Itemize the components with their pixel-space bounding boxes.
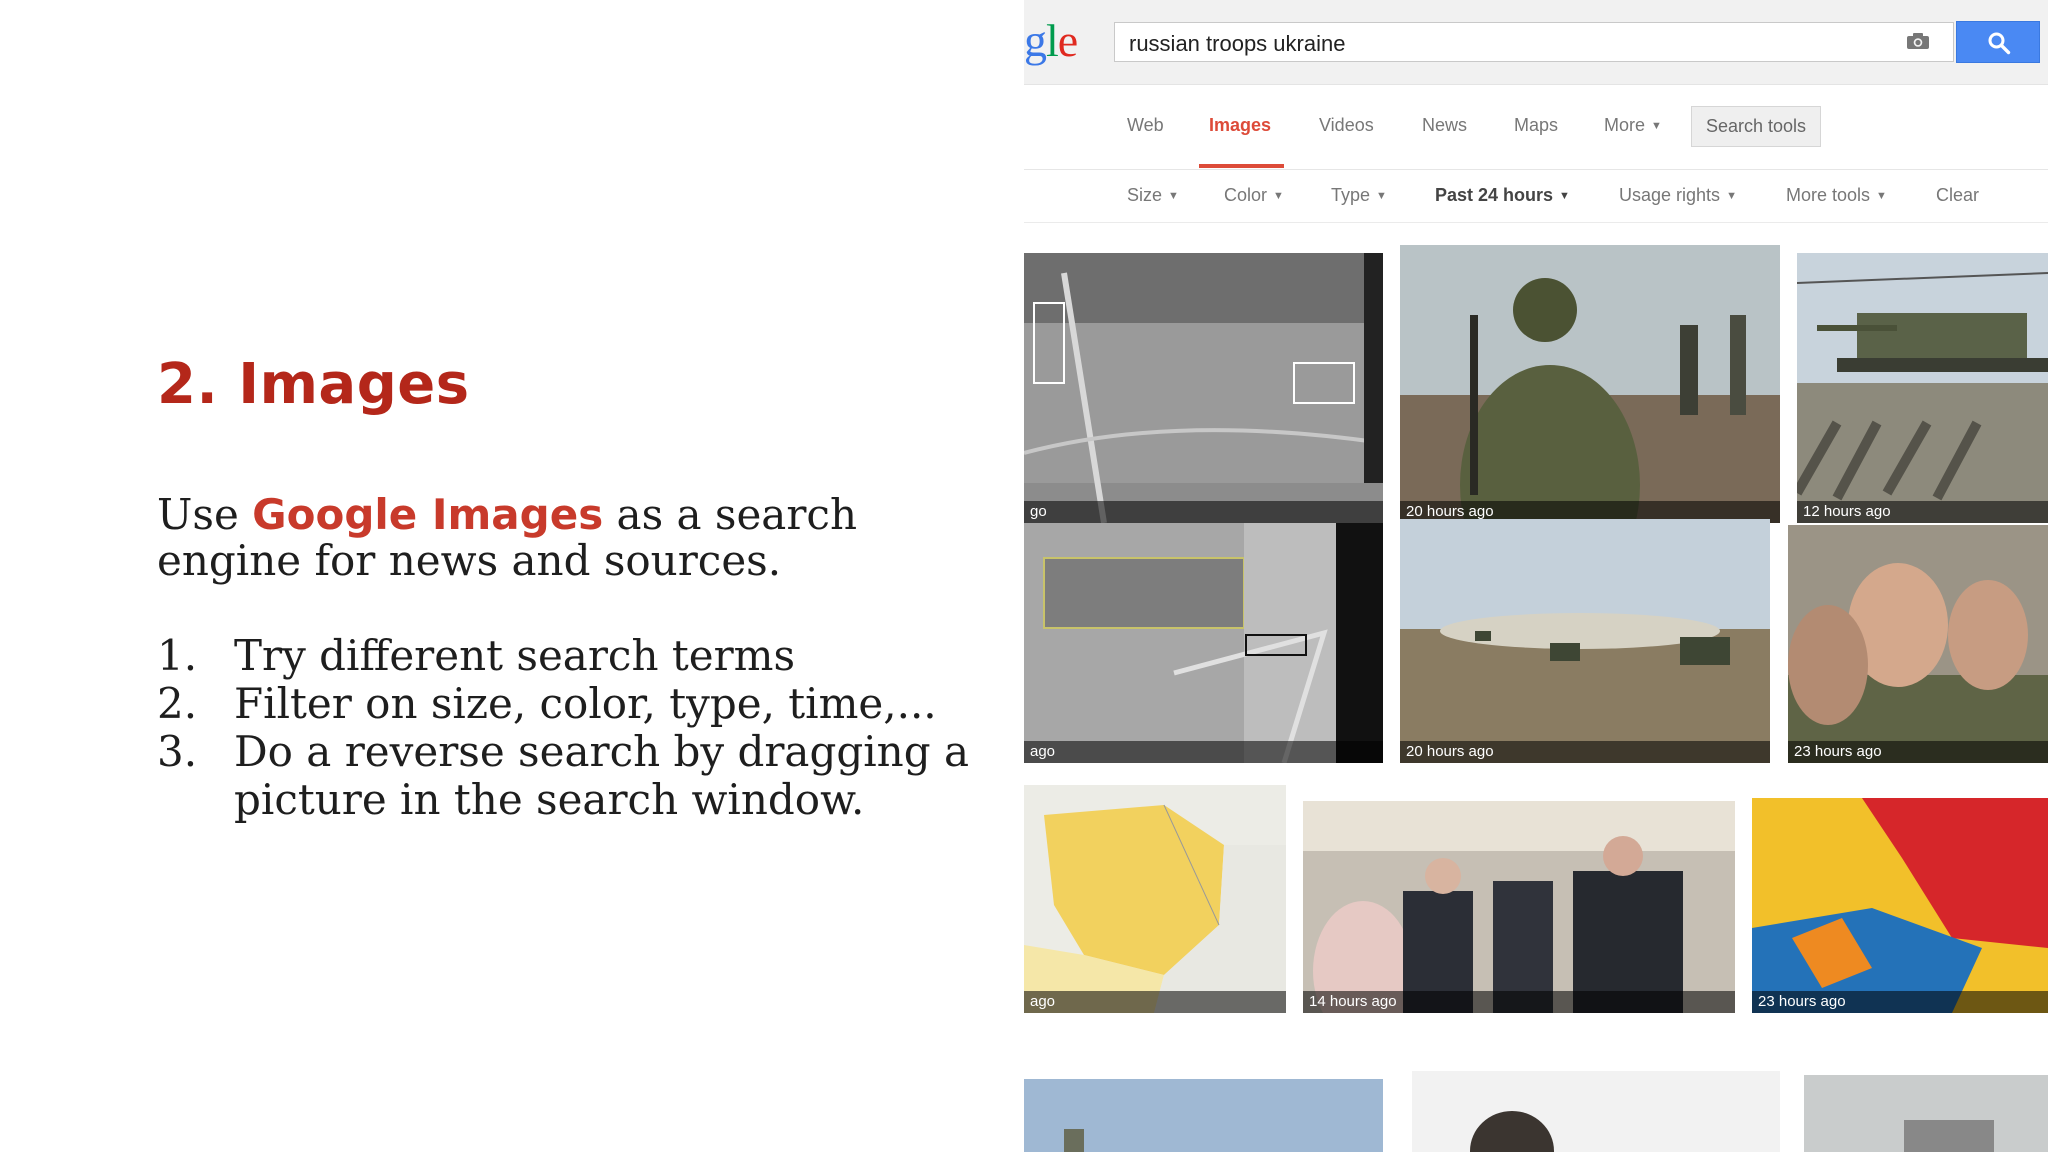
satellite-image	[1024, 523, 1383, 763]
step-item: 2. Filter on size, color, type, time,...	[157, 680, 977, 728]
tab-images[interactable]: Images	[1209, 115, 1271, 136]
image-result[interactable]: 12 hours ago	[1797, 253, 2048, 523]
step-item: 1. Try different search terms	[157, 632, 977, 680]
camera-icon[interactable]	[1906, 32, 1930, 50]
tool-more-label: More tools	[1786, 185, 1871, 205]
tool-more-tools[interactable]: More tools ▼	[1786, 185, 1887, 206]
google-logo[interactable]: gle	[1024, 14, 1078, 67]
step-text: Filter on size, color, type, time,...	[234, 679, 937, 728]
caret-down-icon: ▼	[1876, 190, 1887, 202]
caret-down-icon: ▼	[1651, 120, 1662, 132]
map-image	[1024, 785, 1286, 1013]
tool-size-label: Size	[1127, 185, 1163, 205]
tool-usage-label: Usage rights	[1619, 185, 1721, 205]
image-result[interactable]: 23 hours ago	[1788, 525, 2048, 763]
steps-list: 1. Try different search terms 2. Filter on…	[157, 632, 977, 824]
result-time: go	[1024, 501, 1383, 523]
step-number: 3.	[157, 727, 198, 776]
tank-train-photo	[1797, 253, 2048, 523]
result-time: 20 hours ago	[1400, 741, 1770, 763]
military-trucks-photo	[1400, 519, 1770, 763]
step-number: 2.	[157, 679, 198, 728]
tab-videos[interactable]: Videos	[1319, 115, 1374, 136]
intro-prefix: Use	[157, 490, 253, 539]
image-result[interactable]: 14 hours ago	[1303, 801, 1735, 1013]
search-header: gle russian troops ukraine	[1024, 0, 2048, 85]
search-query-text[interactable]: russian troops ukraine	[1129, 31, 1345, 57]
tool-size[interactable]: Size ▼	[1127, 185, 1179, 206]
tab-web[interactable]: Web	[1127, 115, 1164, 136]
google-images-screenshot: gle russian troops ukraine Web Images Vi…	[1024, 0, 2048, 1152]
image-result[interactable]: 20 hours ago	[1400, 519, 1770, 763]
tab-maps[interactable]: Maps	[1514, 115, 1558, 136]
politicians-handshake-photo	[1303, 801, 1735, 1013]
search-input[interactable]: russian troops ukraine	[1114, 22, 1954, 62]
tool-usage-rights[interactable]: Usage rights ▼	[1619, 185, 1737, 206]
tool-time-label: Past 24 hours	[1435, 185, 1554, 205]
caret-down-icon: ▼	[1559, 190, 1570, 202]
tool-clear[interactable]: Clear	[1936, 185, 1979, 206]
image-results-grid: go 20 hours ago 12 hours ago ago 20 hour…	[1024, 223, 2048, 1152]
conflict-map-image	[1752, 798, 2048, 1013]
image-result[interactable]: 20 hours ago	[1400, 245, 1780, 523]
search-button[interactable]	[1956, 21, 2040, 63]
step-item: 3. Do a reverse search by dragging a pict…	[157, 728, 977, 824]
search-tabs: Web Images Videos News Maps More ▼ Search…	[1024, 85, 2048, 170]
caret-down-icon: ▼	[1168, 190, 1179, 202]
sky-photo	[1024, 1079, 1383, 1152]
search-tools-button[interactable]: Search tools	[1691, 106, 1821, 147]
result-time: 14 hours ago	[1303, 991, 1735, 1013]
result-time: 23 hours ago	[1788, 741, 2048, 763]
image-result[interactable]: go	[1024, 253, 1383, 523]
result-time: ago	[1024, 991, 1286, 1013]
image-result[interactable]: 23 hours ago	[1752, 798, 2048, 1013]
tool-color-label: Color	[1224, 185, 1268, 205]
caret-down-icon: ▼	[1273, 190, 1284, 202]
active-tab-indicator	[1199, 164, 1284, 168]
intro-highlight: Google Images	[252, 490, 604, 539]
city-photo	[1804, 1075, 2048, 1152]
caret-down-icon: ▼	[1376, 190, 1387, 202]
image-result[interactable]: ago	[1024, 785, 1286, 1013]
step-text: Try different search terms	[234, 631, 796, 680]
step-number: 1.	[157, 631, 198, 680]
image-result[interactable]	[1412, 1071, 1780, 1152]
portrait-photo	[1412, 1071, 1780, 1152]
slide-panel: 2. Images Use Google Images as a search …	[0, 0, 1024, 1152]
tab-more[interactable]: More ▼	[1604, 115, 1662, 136]
tool-color[interactable]: Color ▼	[1224, 185, 1284, 206]
image-result[interactable]	[1804, 1075, 2048, 1152]
slide-intro: Use Google Images as a search engine for…	[157, 492, 957, 584]
step-text: Do a reverse search by dragging a pictur…	[234, 727, 969, 824]
tool-time-filter[interactable]: Past 24 hours ▼	[1435, 185, 1570, 206]
result-time: 23 hours ago	[1752, 991, 2048, 1013]
result-time: 12 hours ago	[1797, 501, 2048, 523]
image-result[interactable]: ago	[1024, 523, 1383, 763]
search-tools-bar: Size ▼ Color ▼ Type ▼ Past 24 hours ▼ Usage …	[1024, 170, 2048, 223]
soldier-photo	[1400, 245, 1780, 523]
slide-title: 2. Images	[157, 352, 470, 417]
tool-type[interactable]: Type ▼	[1331, 185, 1387, 206]
tab-more-label: More	[1604, 115, 1646, 135]
tool-type-label: Type	[1331, 185, 1371, 205]
soldiers-portrait-photo	[1788, 525, 2048, 763]
tab-news[interactable]: News	[1422, 115, 1467, 136]
magnifier-icon	[1988, 32, 2011, 55]
result-time: ago	[1024, 741, 1383, 763]
satellite-image	[1024, 253, 1383, 523]
image-result[interactable]	[1024, 1079, 1383, 1152]
caret-down-icon: ▼	[1726, 190, 1737, 202]
